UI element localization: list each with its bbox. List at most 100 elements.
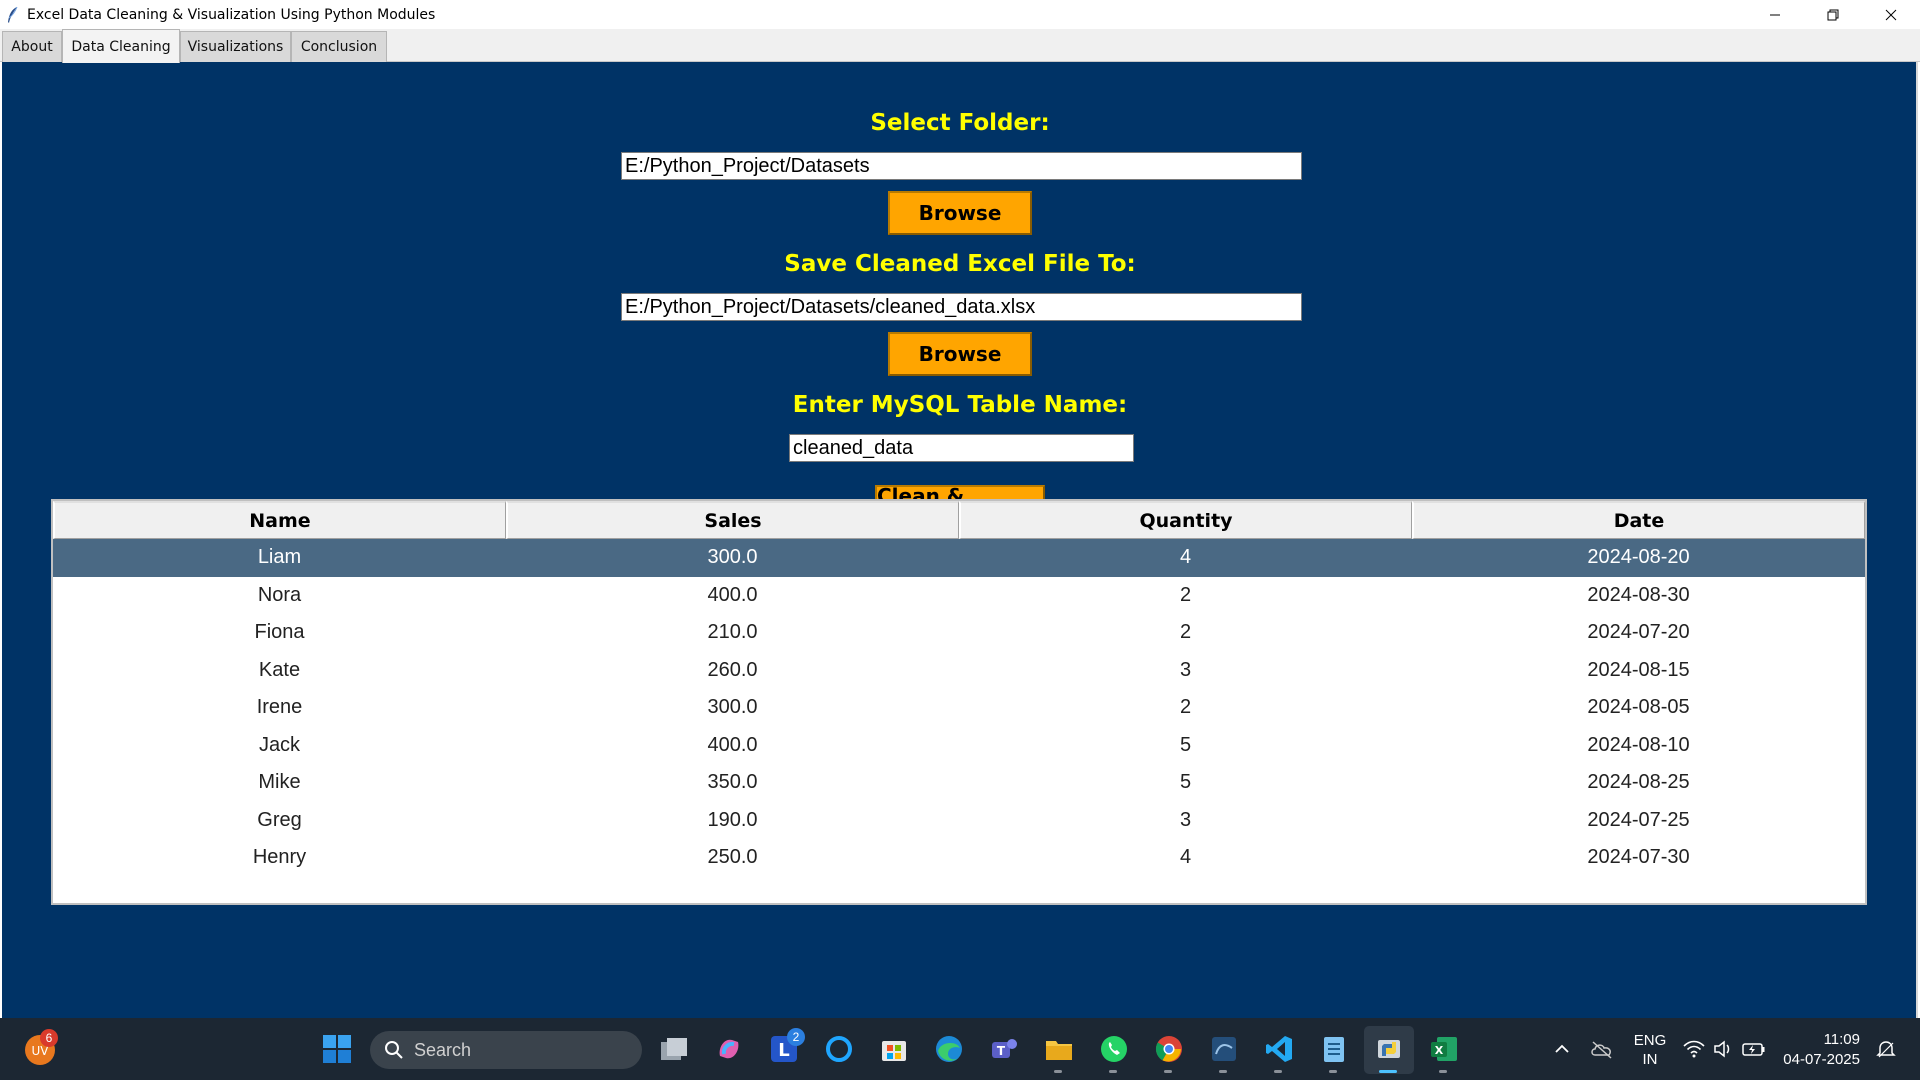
python-app-icon[interactable] [1373, 1033, 1405, 1065]
browse-save-button[interactable]: Browse [888, 332, 1032, 376]
svg-text:X: X [1435, 1044, 1444, 1057]
column-header-quantity[interactable]: Quantity [959, 501, 1412, 539]
running-indicator [1109, 1070, 1117, 1073]
search-placeholder: Search [414, 1039, 472, 1060]
cell-quantity: 4 [1179, 846, 1192, 869]
table-row[interactable]: Greg 190.0 3 2024-07-25 [53, 802, 1865, 840]
vscode-icon[interactable] [1263, 1033, 1295, 1065]
onedrive-off-icon[interactable] [1586, 1033, 1618, 1065]
tab-strip: About Data Cleaning Visualizations Concl… [0, 29, 1920, 63]
active-indicator [1379, 1070, 1397, 1073]
restore-icon [1827, 9, 1839, 20]
table-row[interactable]: Jack 400.0 5 2024-08-10 [53, 727, 1865, 765]
windows-start-icon[interactable] [321, 1033, 353, 1065]
table-name-input[interactable] [789, 434, 1134, 462]
running-indicator [1439, 1070, 1447, 1073]
running-indicator [1054, 1070, 1062, 1073]
window-title: Excel Data Cleaning & Visualization Usin… [27, 6, 436, 23]
language-text: ENG [1633, 1032, 1667, 1049]
minimize-icon [1770, 14, 1780, 15]
whatsapp-icon[interactable] [1098, 1033, 1130, 1065]
save-path-input[interactable] [621, 293, 1302, 321]
column-header-name[interactable]: Name [53, 501, 506, 539]
table-row[interactable]: Irene 300.0 2 2024-08-05 [53, 689, 1865, 727]
table-header: Name Sales Quantity Date [53, 501, 1865, 539]
table-row[interactable]: Fiona 210.0 2 2024-07-20 [53, 614, 1865, 652]
tab-about[interactable]: About [2, 31, 62, 62]
search-icon [385, 1041, 403, 1059]
minimize-button[interactable] [1746, 0, 1804, 29]
teams-icon[interactable]: T [988, 1033, 1020, 1065]
cell-name: Henry [252, 846, 307, 869]
microsoft-store-icon[interactable] [878, 1033, 910, 1065]
running-indicator [1274, 1070, 1282, 1073]
region-text: IN [1642, 1051, 1658, 1068]
close-icon [1885, 9, 1897, 20]
running-indicator [1219, 1070, 1227, 1073]
running-indicator [1329, 1070, 1337, 1073]
cell-name: Irene [256, 696, 303, 719]
table-row[interactable]: Liam 300.0 4 2024-08-20 [53, 539, 1865, 577]
clock-date: 04-07-2025 [1783, 1051, 1860, 1068]
edge-icon[interactable] [933, 1033, 965, 1065]
chrome-icon[interactable] [1153, 1033, 1185, 1065]
close-button[interactable] [1862, 0, 1920, 29]
notepad-icon[interactable] [1318, 1033, 1350, 1065]
cell-quantity: 2 [1179, 696, 1192, 719]
cell-sales: 350.0 [707, 771, 758, 794]
wifi-icon[interactable] [1681, 1033, 1707, 1065]
table-row[interactable]: Kate 260.0 3 2024-08-15 [53, 652, 1865, 690]
cell-quantity: 2 [1179, 621, 1192, 644]
cell-sales: 190.0 [707, 808, 758, 831]
notification-bell-icon[interactable] [1872, 1033, 1900, 1065]
cell-quantity: 2 [1179, 583, 1192, 606]
cell-quantity: 5 [1179, 771, 1192, 794]
tab-data-cleaning[interactable]: Data Cleaning [62, 29, 180, 63]
taskbar-search[interactable]: Search [370, 1031, 642, 1069]
title-bar: Excel Data Cleaning & Visualization Usin… [0, 0, 1920, 29]
mysql-workbench-icon[interactable] [1208, 1033, 1240, 1065]
task-view-icon[interactable] [658, 1033, 690, 1065]
folder-path-input[interactable] [621, 152, 1302, 180]
select-folder-label: Select Folder: [870, 110, 1050, 136]
cell-sales: 300.0 [707, 546, 758, 569]
clock[interactable]: 11:09 04-07-2025 [1776, 1030, 1872, 1070]
cell-sales: 300.0 [707, 696, 758, 719]
cell-name: Nora [257, 583, 302, 606]
volume-icon[interactable] [1710, 1033, 1736, 1065]
column-header-sales[interactable]: Sales [506, 501, 959, 539]
cell-date: 2024-08-15 [1587, 658, 1690, 681]
table-row[interactable]: Nora 400.0 2 2024-08-30 [53, 577, 1865, 615]
cell-date: 2024-08-30 [1587, 583, 1690, 606]
file-explorer-icon[interactable] [1043, 1033, 1075, 1065]
excel-icon[interactable]: X [1428, 1033, 1460, 1065]
data-table[interactable]: Name Sales Quantity Date Liam 300.0 4 20… [51, 499, 1867, 905]
table-row[interactable]: Mike 350.0 5 2024-08-25 [53, 764, 1865, 802]
cell-sales: 400.0 [707, 733, 758, 756]
notification-badge: 6 [40, 1029, 58, 1047]
browse-folder-button[interactable]: Browse [888, 191, 1032, 235]
feather-app-icon [8, 6, 18, 23]
chevron-up-icon[interactable] [1546, 1033, 1578, 1065]
table-row[interactable]: Henry 250.0 4 2024-07-30 [53, 839, 1865, 877]
save-file-label: Save Cleaned Excel File To: [784, 251, 1136, 277]
restore-button[interactable] [1804, 0, 1862, 29]
cell-date: 2024-08-10 [1587, 733, 1690, 756]
tab-conclusion[interactable]: Conclusion [291, 31, 387, 62]
language-indicator[interactable]: ENG IN [1626, 1031, 1674, 1069]
cortana-icon[interactable] [823, 1033, 855, 1065]
battery-icon[interactable] [1740, 1033, 1768, 1065]
tab-visualizations[interactable]: Visualizations [180, 31, 291, 62]
cell-name: Greg [257, 808, 302, 831]
cell-sales: 400.0 [707, 583, 758, 606]
cell-quantity: 3 [1179, 658, 1192, 681]
cell-name: Kate [258, 658, 301, 681]
lightshot-badge: 2 [787, 1028, 805, 1046]
column-header-date[interactable]: Date [1412, 501, 1865, 539]
cell-sales: 210.0 [707, 621, 758, 644]
copilot-icon[interactable] [713, 1033, 745, 1065]
running-indicator [1164, 1070, 1172, 1073]
svg-text:T: T [997, 1044, 1006, 1058]
cell-name: Liam [257, 546, 302, 569]
cell-date: 2024-08-25 [1587, 771, 1690, 794]
